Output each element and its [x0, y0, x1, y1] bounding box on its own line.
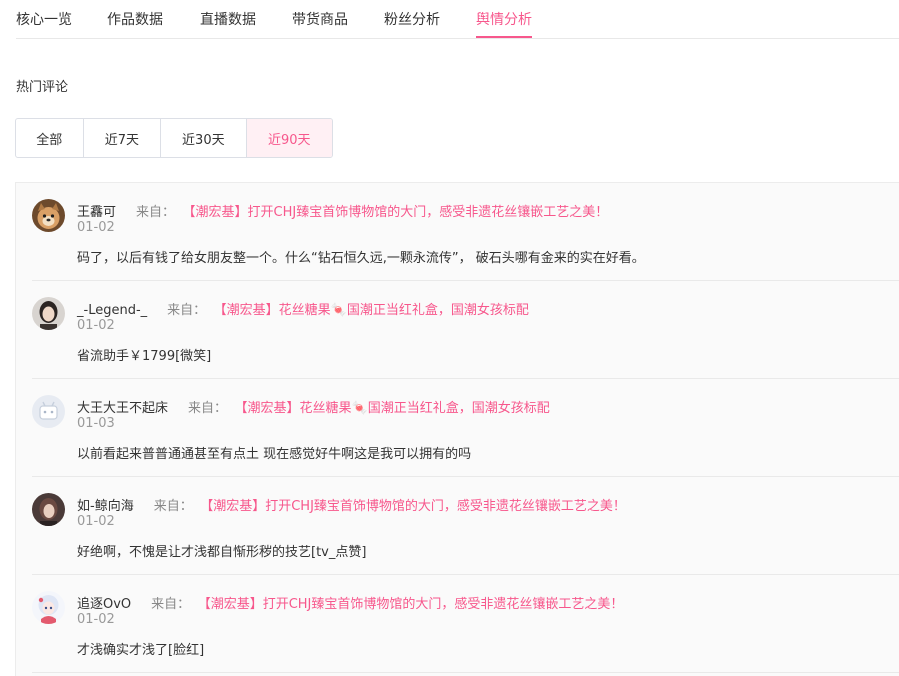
filter-all[interactable]: 全部: [16, 119, 84, 157]
from-label: 来自：: [136, 205, 176, 220]
comment-text: 码了，以后有钱了给女朋友整一个。什么“钻石恒久远,一颗永流传”， 破石头哪有金来…: [77, 251, 645, 266]
source-video-title[interactable]: 【潮宏基】花丝糖果🍬国潮正当红礼盒，国潮女孩标配: [220, 303, 529, 318]
comment-date: 01-03: [77, 416, 115, 431]
comment-text: 才浅确实才浅了[脸红]: [77, 643, 205, 658]
from-label: 来自：: [188, 401, 228, 416]
source-video-title[interactable]: 【潮宏基】打开CHJ臻宝首饰博物馆的大门，感受非遗花丝镶嵌工艺之美！: [204, 597, 623, 612]
time-filter-group: 全部 近7天 近30天 近90天: [15, 118, 333, 158]
comment-item: 王馫可 来自： 【潮宏基】打开CHJ臻宝首饰博物馆的大门，感受非遗花丝镶嵌工艺之美！…: [32, 183, 899, 281]
comment-date: 01-02: [77, 612, 115, 627]
comment-username[interactable]: _-Legend-_: [77, 303, 147, 318]
comment-text: 省流助手￥1799[微笑]: [77, 349, 212, 364]
tab-live-data[interactable]: 直播数据: [200, 9, 256, 29]
from-label: 来自：: [167, 303, 207, 318]
default-avatar-icon[interactable]: [32, 395, 65, 428]
dog-avatar-icon[interactable]: [32, 199, 65, 232]
source-video-title[interactable]: 【潮宏基】花丝糖果🍬国潮正当红礼盒，国潮女孩标配: [241, 401, 550, 416]
comment-date: 01-02: [77, 220, 115, 235]
comment-item: 追逐OvO 来自： 【潮宏基】打开CHJ臻宝首饰博物馆的大门，感受非遗花丝镶嵌工艺之…: [32, 575, 899, 673]
tab-sentiment[interactable]: 舆情分析: [476, 9, 532, 29]
comment-username[interactable]: 如-鲸向海: [77, 499, 134, 514]
from-label: 来自：: [153, 499, 193, 514]
comment-username[interactable]: 王馫可: [77, 205, 116, 220]
source-video-title[interactable]: 【潮宏基】打开CHJ臻宝首饰博物馆的大门，感受非遗花丝镶嵌工艺之美！: [207, 499, 626, 514]
top-tabs: 核心一览 作品数据 直播数据 带货商品 粉丝分析 舆情分析: [16, 0, 899, 39]
source-video-title[interactable]: 【潮宏基】打开CHJ臻宝首饰博物馆的大门，感受非遗花丝镶嵌工艺之美！: [189, 205, 608, 220]
comment-text: 好绝啊，不愧是让才浅都自惭形秽的技艺[tv_点赞]: [77, 545, 367, 560]
active-tab-indicator: [476, 36, 532, 38]
tab-works-data[interactable]: 作品数据: [107, 9, 163, 29]
anime-avatar-icon[interactable]: [32, 591, 65, 624]
comment-item: 大王大王不起床 来自： 【潮宏基】花丝糖果🍬国潮正当红礼盒，国潮女孩标配 01-03…: [32, 379, 899, 477]
comment-item: 如-鲸向海 来自： 【潮宏基】打开CHJ臻宝首饰博物馆的大门，感受非遗花丝镶嵌工艺之…: [32, 477, 899, 575]
comment-text: 以前看起来普普通通甚至有点土 现在感觉好牛啊这是我可以拥有的吗: [77, 447, 472, 462]
comment-meta: 大王大王不起床 来自： 【潮宏基】花丝糖果🍬国潮正当红礼盒，国潮女孩标配: [77, 397, 550, 417]
comment-meta: _-Legend-_ 来自： 【潮宏基】花丝糖果🍬国潮正当红礼盒，国潮女孩标配: [77, 299, 529, 319]
tab-fans[interactable]: 粉丝分析: [384, 9, 440, 29]
comment-item: _-Legend-_ 来自： 【潮宏基】花丝糖果🍬国潮正当红礼盒，国潮女孩标配 01…: [32, 281, 899, 379]
comment-meta: 王馫可 来自： 【潮宏基】打开CHJ臻宝首饰博物馆的大门，感受非遗花丝镶嵌工艺之美！: [77, 201, 608, 221]
comment-username[interactable]: 大王大王不起床: [77, 401, 168, 416]
tab-overview[interactable]: 核心一览: [16, 9, 72, 29]
section-title: 热门评论: [16, 80, 69, 95]
filter-7-days[interactable]: 近7天: [84, 119, 162, 157]
comment-date: 01-02: [77, 318, 115, 333]
portrait-avatar-icon[interactable]: [32, 493, 65, 526]
tab-goods[interactable]: 带货商品: [292, 9, 348, 29]
filter-30-days[interactable]: 近30天: [161, 119, 247, 157]
comment-meta: 追逐OvO 来自： 【潮宏基】打开CHJ臻宝首饰博物馆的大门，感受非遗花丝镶嵌工艺之…: [77, 593, 623, 613]
filter-90-days[interactable]: 近90天: [246, 119, 332, 157]
portrait-avatar-icon[interactable]: [32, 297, 65, 330]
comment-meta: 如-鲸向海 来自： 【潮宏基】打开CHJ臻宝首饰博物馆的大门，感受非遗花丝镶嵌工艺之…: [77, 495, 626, 515]
comment-list: 王馫可 来自： 【潮宏基】打开CHJ臻宝首饰博物馆的大门，感受非遗花丝镶嵌工艺之美！…: [15, 182, 899, 676]
comment-username[interactable]: 追逐OvO: [77, 597, 131, 612]
from-label: 来自：: [151, 597, 191, 612]
comment-date: 01-02: [77, 514, 115, 529]
